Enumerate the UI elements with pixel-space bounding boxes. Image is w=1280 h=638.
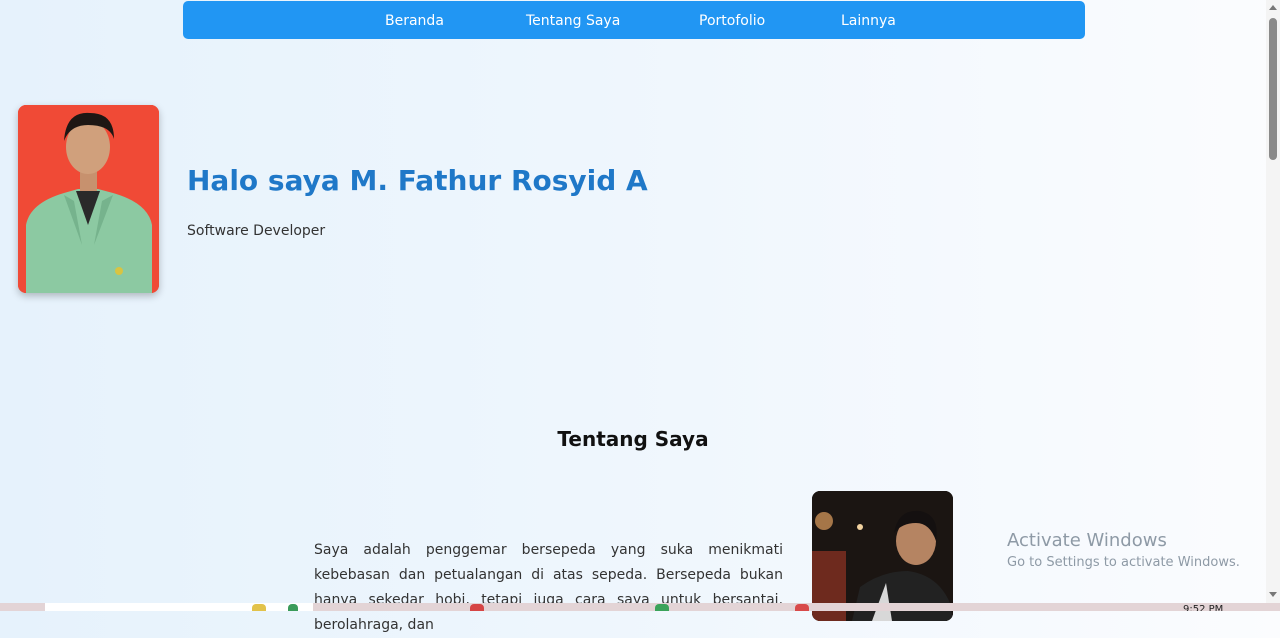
nav-item-beranda[interactable]: Beranda: [385, 1, 444, 39]
about-photo-illustration: [812, 491, 953, 621]
taskbar-app-icon[interactable]: [470, 604, 484, 611]
about-photo: [812, 491, 953, 621]
scrollbar-thumb[interactable]: [1269, 18, 1277, 160]
taskbar-search-box[interactable]: [45, 603, 313, 611]
windows-taskbar: 9:52 PM: [0, 603, 1280, 611]
vertical-scrollbar[interactable]: [1266, 0, 1280, 603]
top-navbar: Beranda Tentang Saya Portofolio Lainnya: [183, 1, 1085, 39]
nav-item-portofolio[interactable]: Portofolio: [699, 1, 765, 39]
nav-item-tentang-saya[interactable]: Tentang Saya: [526, 1, 620, 39]
profile-photo-illustration: [18, 105, 159, 293]
taskbar-app-icon[interactable]: [252, 604, 266, 611]
taskbar-app-icon[interactable]: [655, 604, 669, 611]
about-paragraph: Saya adalah penggemar bersepeda yang suk…: [314, 542, 783, 633]
nav-item-lainnya[interactable]: Lainnya: [841, 1, 896, 39]
activate-windows-subtitle: Go to Settings to activate Windows.: [1007, 555, 1240, 570]
profile-photo: [18, 105, 159, 293]
taskbar-app-icon[interactable]: [795, 604, 809, 611]
taskbar-clock[interactable]: 9:52 PM: [1183, 603, 1223, 611]
activate-windows-title: Activate Windows: [1007, 530, 1167, 551]
about-section-title: Tentang Saya: [557, 427, 709, 451]
taskbar-app-icon[interactable]: [288, 604, 298, 611]
scroll-down-arrow-icon[interactable]: [1269, 592, 1277, 597]
scroll-up-arrow-icon[interactable]: [1269, 5, 1277, 10]
hero-subtitle: Software Developer: [187, 223, 326, 239]
hero-title: Halo saya M. Fathur Rosyid A: [187, 164, 648, 197]
